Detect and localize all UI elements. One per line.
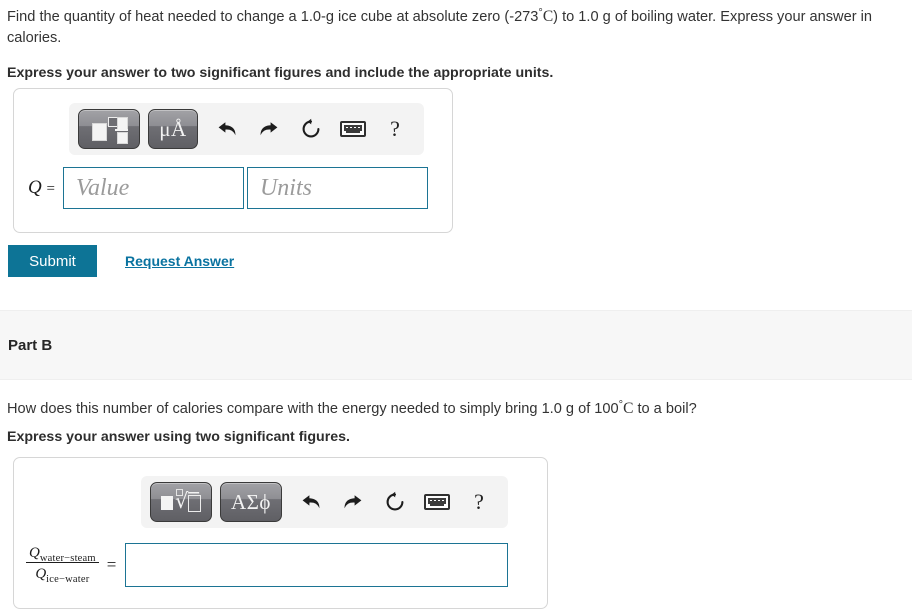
help-icon[interactable]: ? xyxy=(458,483,500,521)
units-input[interactable] xyxy=(246,167,428,209)
help-icon[interactable]: ? xyxy=(374,110,416,148)
reset-icon[interactable] xyxy=(374,483,416,521)
undo-icon[interactable] xyxy=(290,483,332,521)
fraction-numerator: Qwater−steam xyxy=(26,543,99,564)
greek-letters-icon: ΑΣϕ xyxy=(231,489,271,514)
part-a-answer-row: Q = xyxy=(28,167,428,209)
part-b-answer-label: Qwater−steam Qice−water xyxy=(26,543,99,587)
part-a-submit-row: Submit Request Answer xyxy=(8,245,234,277)
keyboard-icon[interactable] xyxy=(416,483,458,521)
redo-icon[interactable] xyxy=(332,483,374,521)
part-b-question: How does this number of calories compare… xyxy=(0,395,912,420)
units-symbols-button[interactable]: μÅ xyxy=(148,109,198,149)
part-b-answer-input[interactable] xyxy=(125,543,509,587)
greek-symbols-button[interactable]: ΑΣϕ xyxy=(220,482,282,522)
problem-page: Find the quantity of heat needed to chan… xyxy=(0,0,912,609)
degree-symbol-b: °C xyxy=(618,399,634,417)
part-a-question-prefix: Find the quantity of heat needed to chan… xyxy=(7,9,539,25)
sqrt-template-button[interactable]: √‾ xyxy=(150,482,212,522)
value-input[interactable] xyxy=(62,167,244,209)
undo-icon[interactable] xyxy=(206,110,248,148)
part-a-answer-label: Q = xyxy=(28,177,55,198)
part-a-instruction: Express your answer to two significant f… xyxy=(7,65,554,81)
part-b-header: Part B xyxy=(0,310,912,380)
sqrt-template-icon: √‾ xyxy=(161,489,201,515)
fraction-denominator: Qice−water xyxy=(35,565,90,585)
degree-symbol-a: °C xyxy=(538,7,554,25)
part-a-answer-panel: μÅ ? Q = Value Units xyxy=(13,88,453,233)
part-a-question: Find the quantity of heat needed to chan… xyxy=(0,0,912,49)
part-b-instruction: Express your answer using two significan… xyxy=(7,429,350,445)
part-b-equals: = xyxy=(106,555,117,574)
part-b-title: Part B xyxy=(8,336,53,354)
submit-button[interactable]: Submit xyxy=(8,245,97,277)
micro-angstrom-icon: μÅ xyxy=(159,116,187,141)
reset-icon[interactable] xyxy=(290,110,332,148)
part-b-answer-panel: √‾ ΑΣϕ ? Qwater−steam Qice−water = xyxy=(13,457,548,609)
part-b-answer-row: Qwater−steam Qice−water = xyxy=(26,543,509,587)
keyboard-icon[interactable] xyxy=(332,110,374,148)
redo-icon[interactable] xyxy=(248,110,290,148)
part-a-toolbar: μÅ ? xyxy=(69,103,424,155)
part-b-question-suffix: to a boil? xyxy=(633,401,697,417)
math-template-icon xyxy=(92,116,128,144)
part-b-toolbar: √‾ ΑΣϕ ? xyxy=(141,476,508,528)
part-b-question-prefix: How does this number of calories compare… xyxy=(7,401,619,417)
math-template-button[interactable] xyxy=(78,109,140,149)
request-answer-link[interactable]: Request Answer xyxy=(125,253,234,269)
